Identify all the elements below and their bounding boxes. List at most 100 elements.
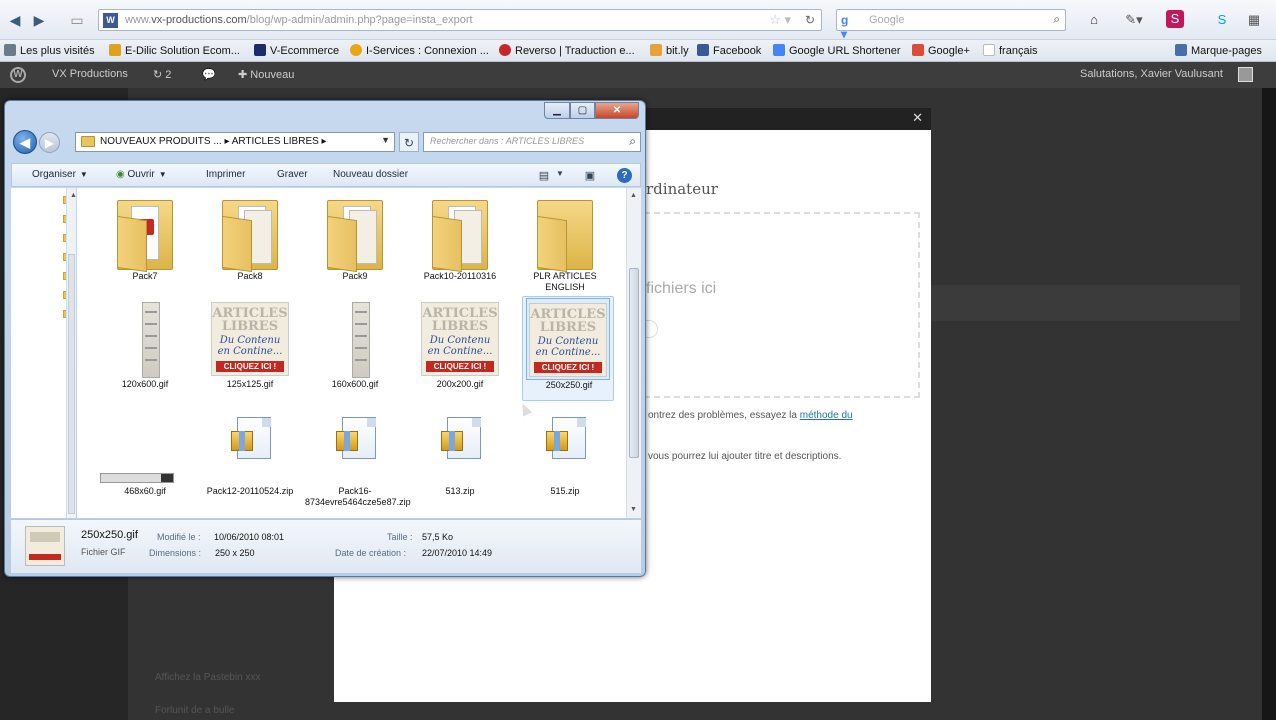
browser-uploader-link[interactable]: méthode du: [800, 410, 853, 421]
file-item[interactable]: 515.zip: [515, 403, 615, 508]
file-item[interactable]: Pack12-20110524.zip: [200, 403, 300, 508]
file-item[interactable]: Pack16-8734evre5464cze5e87.zip: [305, 403, 411, 508]
folder-item[interactable]: Pack10-20110316: [410, 188, 510, 293]
page-scrollbar[interactable]: [1262, 88, 1276, 720]
folder-icon: [81, 136, 95, 147]
close-icon[interactable]: ✕: [595, 102, 639, 119]
zip-file-icon: [314, 405, 396, 485]
minimize-icon[interactable]: ▁: [544, 102, 570, 119]
bookmark-iservices[interactable]: I-Services : Connexion ...: [350, 44, 489, 57]
file-name: Pack12-20110524.zip: [206, 486, 294, 496]
refresh-icon: ↻: [153, 69, 163, 81]
breadcrumb[interactable]: NOUVEAUX PRODUITS ... ▸ ARTICLES LIBRES …: [100, 136, 327, 147]
file-item[interactable]: 513.zip: [410, 403, 510, 508]
wp-setting-row: Forlunit de a bulle: [155, 705, 235, 716]
bookmark-edilic[interactable]: E-Dilic Solution Ecom...: [109, 44, 240, 57]
avatar[interactable]: [1238, 67, 1253, 82]
bookmark-google-plus[interactable]: Google+: [912, 44, 970, 57]
wordpress-logo-icon[interactable]: W: [10, 67, 26, 83]
explorer-search-input[interactable]: Rechercher dans : ARTICLES LIBRES ⌕: [423, 132, 641, 152]
folder-item[interactable]: Pack7: [95, 188, 195, 293]
grid-icon[interactable]: ▦: [1244, 10, 1264, 30]
google-icon[interactable]: g ▾: [841, 13, 856, 41]
scrollbar-thumb[interactable]: [629, 268, 639, 458]
maximize-icon[interactable]: ▢: [570, 102, 595, 119]
bookmark-bitly[interactable]: bit.ly: [650, 44, 689, 57]
gear-icon: [4, 44, 16, 56]
address-bar[interactable]: NOUVEAUX PRODUITS ... ▸ ARTICLES LIBRES …: [75, 132, 395, 152]
forward-arrow-icon[interactable]: ▶: [28, 9, 50, 31]
wp-greeting[interactable]: Salutations, Xavier Vaulusant: [1080, 68, 1223, 80]
back-arrow-icon[interactable]: ◀: [13, 130, 37, 154]
bookmark-facebook[interactable]: Facebook: [697, 44, 761, 57]
scrollbar-thumb[interactable]: [68, 254, 75, 514]
file-item-selected[interactable]: ARTICLES LIBRES Du Contenu en Contine...…: [522, 296, 614, 401]
reload-icon[interactable]: ↻: [805, 13, 815, 27]
file-name: 468x60.gif: [124, 486, 166, 496]
bookmark-francais[interactable]: français: [983, 44, 1038, 57]
star-bookmark-icon[interactable]: ☆ ▾: [769, 12, 791, 28]
size-value: 57,5 Ko: [422, 532, 454, 542]
bookmark-most-visited[interactable]: Les plus visités: [4, 44, 95, 57]
file-item[interactable]: ARTICLES LIBRES Du Contenu en Contine...…: [200, 296, 300, 401]
bookmark-google-shortener[interactable]: Google URL Shortener: [773, 44, 901, 57]
modal-title: rdinateur: [646, 180, 718, 198]
browser-search-box[interactable]: g ▾ Google ⌕: [836, 9, 1066, 41]
folder-item[interactable]: Pack9: [305, 188, 405, 293]
search-icon[interactable]: ⌕: [1053, 12, 1060, 27]
bookmark-menu[interactable]: Marque-pages: [1175, 44, 1262, 57]
open-menu[interactable]: ◉ Ouvrir ▼: [116, 169, 167, 180]
wp-updates[interactable]: ↻ 2: [153, 68, 171, 81]
burn-button[interactable]: Graver: [277, 169, 308, 180]
selected-file-name: 250x250.gif: [81, 529, 138, 541]
scroll-up-icon[interactable]: ▲: [630, 192, 637, 199]
organize-menu[interactable]: Organiser ▼: [32, 169, 88, 180]
file-list-scrollbar[interactable]: ▲ ▼: [626, 188, 641, 518]
bookmark-vecommerce[interactable]: V-Ecommerce: [254, 44, 339, 57]
folder-icon: [209, 190, 291, 273]
skype-icon[interactable]: S: [1212, 10, 1232, 30]
help-icon[interactable]: ?: [617, 168, 632, 183]
home-icon[interactable]: ⌂: [1084, 10, 1104, 30]
zip-file-icon: [419, 405, 501, 485]
addon-icon[interactable]: ✎▾: [1124, 10, 1144, 30]
refresh-icon[interactable]: ↻: [399, 132, 419, 152]
google-icon: [773, 44, 785, 56]
folder-item[interactable]: Pack8: [200, 188, 300, 293]
view-options-icon[interactable]: ▤: [536, 169, 552, 182]
print-button[interactable]: Imprimer: [206, 169, 245, 180]
page-icon[interactable]: ▭: [66, 9, 88, 31]
bookmark-icon: [1175, 44, 1187, 56]
forward-arrow-icon[interactable]: ▶: [39, 132, 60, 153]
wp-new[interactable]: ✚ Nouveau: [238, 68, 294, 81]
folder-item[interactable]: PLR ARTICLES ENGLISH: [515, 188, 615, 293]
wp-table-header: [930, 285, 1240, 321]
url-text[interactable]: www.vx-productions.com/blog/wp-admin/adm…: [125, 14, 473, 26]
file-item[interactable]: ARTICLES LIBRES Du Contenu en Contine...…: [410, 296, 510, 401]
file-item[interactable]: 160x600.gif: [305, 296, 405, 401]
scroll-up-icon[interactable]: ▲: [70, 192, 77, 199]
coin-icon: [350, 44, 362, 56]
bookmark-reverso[interactable]: Reverso | Traduction e...: [499, 44, 635, 57]
close-icon[interactable]: ✕: [912, 110, 923, 126]
file-item[interactable]: 120x600.gif: [95, 296, 195, 401]
preview-pane-icon[interactable]: ▣: [582, 169, 598, 182]
new-folder-button[interactable]: Nouveau dossier: [333, 169, 408, 180]
comment-icon[interactable]: 💬: [202, 68, 216, 81]
s-extension-icon[interactable]: S: [1166, 10, 1184, 28]
chevron-down-icon[interactable]: ▼: [552, 169, 568, 182]
back-arrow-icon[interactable]: ◀: [4, 9, 26, 31]
wp-site-name[interactable]: VX Productions: [52, 68, 128, 80]
image-thumbnail: [314, 298, 396, 378]
scroll-down-icon[interactable]: ▼: [630, 506, 637, 513]
chevron-down-icon[interactable]: ▼: [381, 135, 390, 145]
search-placeholder[interactable]: Google: [869, 14, 904, 26]
selected-file-thumbnail: [25, 526, 65, 566]
image-thumbnail: ARTICLES LIBRES Du Contenu en Contine...…: [526, 298, 610, 380]
search-placeholder[interactable]: Rechercher dans : ARTICLES LIBRES: [430, 136, 584, 146]
search-icon[interactable]: ⌕: [629, 134, 636, 149]
file-item[interactable]: 468x60.gif: [95, 403, 195, 508]
url-bar[interactable]: W www.vx-productions.com/blog/wp-admin/a…: [98, 9, 822, 31]
file-name: Pack8: [237, 271, 263, 281]
navigation-scrollbar[interactable]: ▲: [66, 188, 77, 518]
